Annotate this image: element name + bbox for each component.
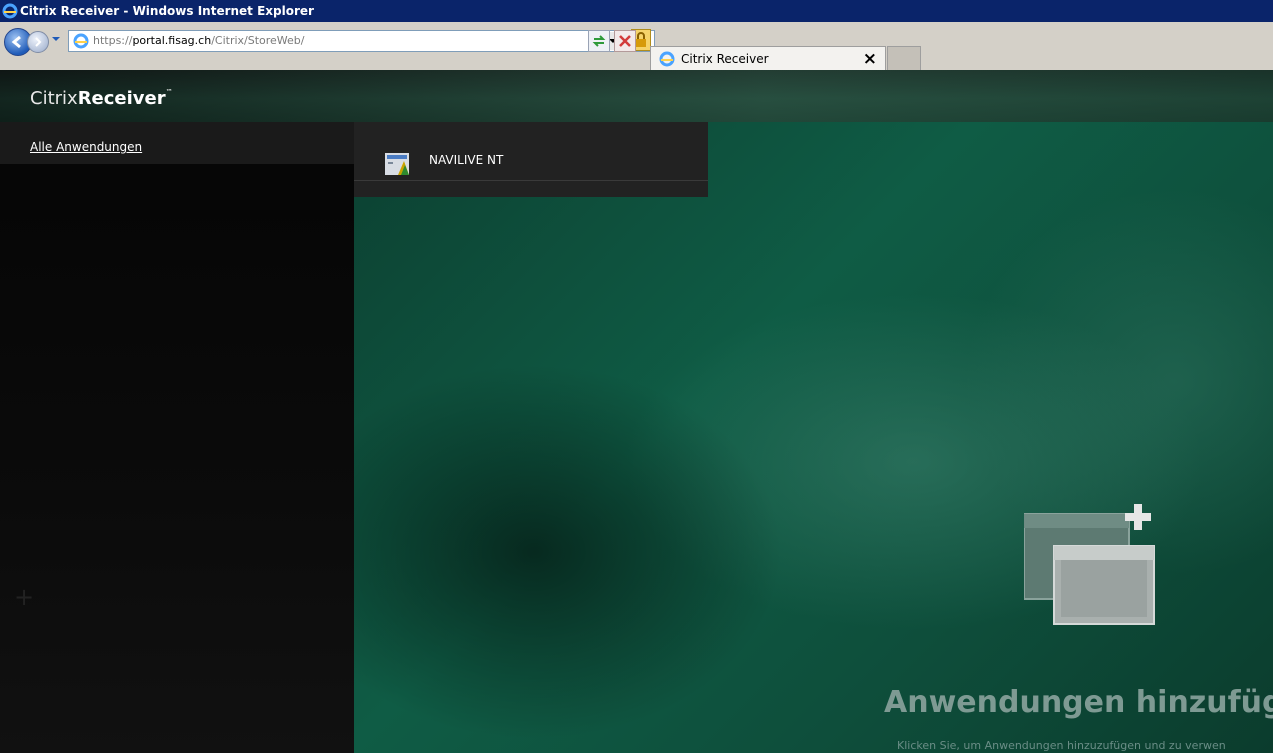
add-applications-icon[interactable] — [1024, 504, 1164, 632]
tab-label: Citrix Receiver — [681, 52, 769, 66]
logo-text-light: Citrix — [30, 88, 78, 109]
forward-button[interactable] — [27, 31, 49, 53]
apps-panel: NAVILIVE NT — [354, 122, 708, 197]
tab-citrix-receiver[interactable]: Citrix Receiver × — [650, 46, 886, 72]
sidebar: Alle Anwendungen + — [0, 122, 354, 753]
plus-icon[interactable]: + — [14, 583, 34, 611]
logo-text-bold: Receiver — [77, 88, 166, 109]
address-bar[interactable]: https://portal.fisag.ch/Citrix/StoreWeb/ — [68, 29, 655, 52]
sidebar-header: Alle Anwendungen — [0, 122, 354, 164]
all-apps-link[interactable]: Alle Anwendungen — [30, 140, 142, 154]
recent-pages-dropdown-icon[interactable] — [50, 33, 62, 45]
forward-arrow-icon — [35, 37, 42, 47]
add-applications-subtitle: Klicken Sie, um Anwendungen hinzuzufügen… — [897, 739, 1226, 752]
main-content: NAVILIVE NT Anwendungen hinzufüge Klicke… — [354, 122, 1273, 753]
ie-tab-icon — [659, 51, 675, 67]
citrix-receiver-logo: CitrixReceiver™ — [30, 88, 173, 109]
new-tab-button[interactable] — [887, 46, 921, 72]
ie-icon — [2, 3, 18, 19]
navilive-app-icon — [385, 153, 409, 175]
refresh-button[interactable] — [588, 30, 610, 52]
app-label: NAVILIVE NT — [429, 153, 504, 167]
citrix-header: CitrixReceiver™ — [0, 70, 1273, 122]
back-arrow-icon — [11, 35, 21, 49]
url-text[interactable]: https://portal.fisag.ch/Citrix/StoreWeb/ — [93, 33, 305, 49]
stop-icon — [619, 35, 631, 47]
page-icon — [73, 33, 89, 49]
app-item-navilive[interactable]: NAVILIVE NT — [354, 140, 708, 181]
url-domain: portal.fisag.ch — [132, 34, 212, 47]
window-title-bar[interactable]: Citrix Receiver - Windows Internet Explo… — [0, 0, 1273, 22]
stop-button[interactable] — [614, 30, 636, 52]
url-protocol: https:// — [93, 34, 133, 47]
window-title: Citrix Receiver - Windows Internet Explo… — [20, 4, 314, 18]
url-path: /Citrix/StoreWeb/ — [211, 34, 305, 47]
add-applications-title[interactable]: Anwendungen hinzufüge — [884, 685, 1273, 720]
logo-trademark: ™ — [165, 88, 173, 96]
browser-toolbar: https://portal.fisag.ch/Citrix/StoreWeb/ — [0, 22, 1273, 72]
refresh-icon — [592, 35, 606, 47]
tab-close-button[interactable]: × — [863, 49, 877, 69]
